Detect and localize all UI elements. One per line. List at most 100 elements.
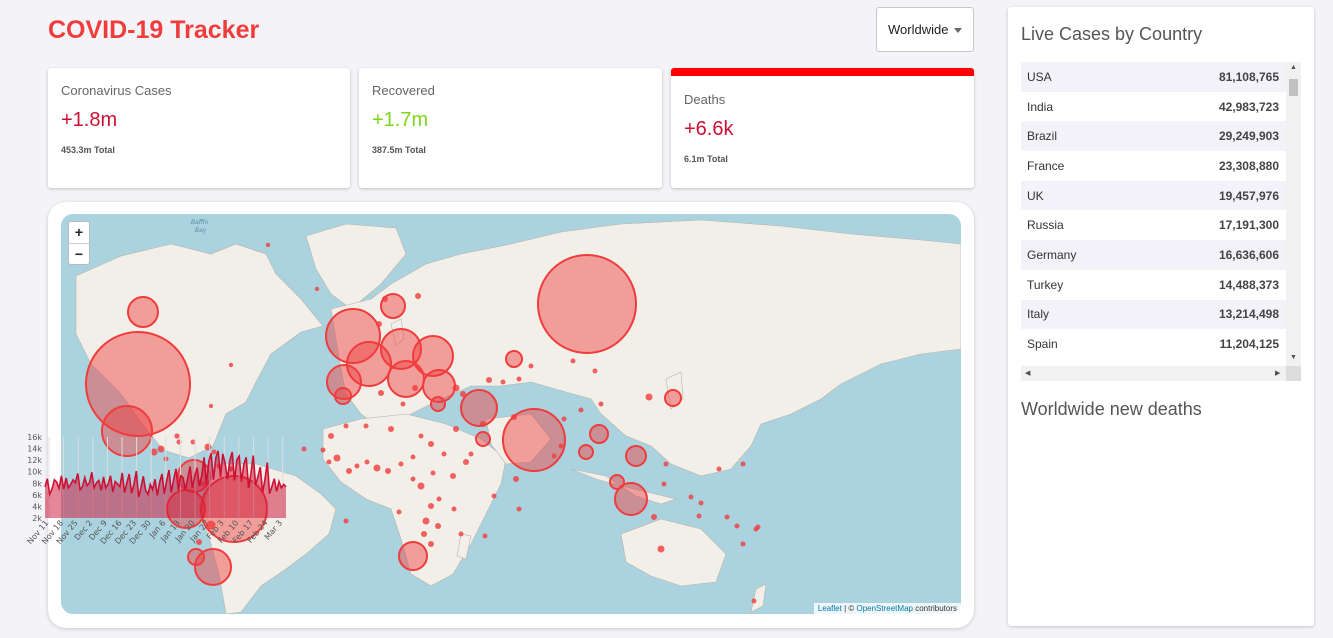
country-circle-portugal[interactable] bbox=[334, 387, 352, 405]
country-dot[interactable] bbox=[385, 468, 391, 474]
country-dot[interactable] bbox=[435, 523, 441, 529]
country-circle-vietnam[interactable] bbox=[589, 424, 609, 444]
country-dot[interactable] bbox=[513, 476, 519, 482]
world-map[interactable]: Baffin Bay + − Leaflet | © OpenStreetMap… bbox=[61, 214, 961, 614]
country-dot[interactable] bbox=[400, 401, 406, 407]
country-dot[interactable] bbox=[592, 368, 598, 374]
country-dot[interactable] bbox=[415, 293, 421, 299]
country-dot[interactable] bbox=[651, 514, 657, 520]
country-dot[interactable] bbox=[516, 376, 522, 382]
horizontal-scrollbar[interactable]: ◀ ▶ bbox=[1021, 366, 1286, 381]
country-dot[interactable] bbox=[320, 447, 326, 453]
country-circle-south-africa[interactable] bbox=[398, 541, 428, 571]
country-dot[interactable] bbox=[343, 518, 349, 524]
country-circle-russia[interactable] bbox=[537, 254, 637, 354]
scroll-down-icon[interactable]: ▼ bbox=[1290, 354, 1297, 361]
country-dot[interactable] bbox=[328, 433, 334, 439]
country-dot[interactable] bbox=[482, 533, 488, 539]
country-table[interactable]: USA 81,108,765 India 42,983,723 Brazil 29,249… bbox=[1021, 62, 1301, 382]
country-dot[interactable] bbox=[450, 473, 456, 479]
country-dot[interactable] bbox=[452, 384, 460, 392]
country-dot[interactable] bbox=[516, 506, 522, 512]
country-dot[interactable] bbox=[558, 443, 564, 449]
country-dot[interactable] bbox=[421, 531, 427, 537]
country-dot[interactable] bbox=[460, 391, 466, 397]
zoom-in-button[interactable]: + bbox=[69, 222, 89, 243]
country-circle-canada[interactable] bbox=[127, 296, 159, 328]
country-dot[interactable] bbox=[346, 468, 352, 474]
country-dot[interactable] bbox=[410, 476, 416, 482]
country-dot[interactable] bbox=[378, 390, 384, 396]
country-circle-japan[interactable] bbox=[664, 389, 682, 407]
recovered-card[interactable]: Recovered +1.7m 387.5m Total bbox=[359, 68, 662, 188]
country-select[interactable]: Worldwide bbox=[876, 7, 974, 52]
country-dot[interactable] bbox=[417, 482, 425, 490]
country-dot[interactable] bbox=[326, 459, 332, 465]
country-dot[interactable] bbox=[363, 423, 369, 429]
country-dot[interactable] bbox=[468, 451, 474, 457]
osm-link[interactable]: OpenStreetMap bbox=[856, 604, 912, 613]
country-dot[interactable] bbox=[551, 453, 557, 459]
country-dot[interactable] bbox=[734, 523, 740, 529]
country-dot[interactable] bbox=[561, 416, 567, 422]
country-circle-greece[interactable] bbox=[430, 396, 446, 412]
country-dot[interactable] bbox=[453, 426, 459, 432]
country-dot[interactable] bbox=[486, 377, 492, 383]
country-dot[interactable] bbox=[208, 403, 214, 409]
zoom-out-button[interactable]: − bbox=[69, 243, 89, 264]
country-dot[interactable] bbox=[412, 385, 418, 391]
country-dot[interactable] bbox=[657, 545, 665, 553]
country-dot[interactable] bbox=[696, 513, 702, 519]
country-dot[interactable] bbox=[661, 481, 667, 487]
country-dot[interactable] bbox=[500, 379, 506, 385]
country-dot[interactable] bbox=[428, 541, 434, 547]
country-dot[interactable] bbox=[598, 401, 604, 407]
scroll-left-icon[interactable]: ◀ bbox=[1025, 369, 1030, 377]
country-circle-philippines[interactable] bbox=[625, 445, 647, 467]
vertical-scrollbar[interactable]: ▲ ▼ bbox=[1286, 62, 1301, 366]
country-dot[interactable] bbox=[333, 454, 341, 462]
country-circle-turkey[interactable] bbox=[460, 389, 498, 427]
country-dot[interactable] bbox=[410, 454, 416, 460]
country-dot[interactable] bbox=[228, 362, 234, 368]
cases-card[interactable]: Coronavirus Cases +1.8m 453.3m Total bbox=[48, 68, 350, 188]
country-dot[interactable] bbox=[463, 459, 469, 465]
country-dot[interactable] bbox=[354, 463, 360, 469]
country-dot[interactable] bbox=[436, 496, 442, 502]
country-dot[interactable] bbox=[724, 514, 730, 520]
country-dot[interactable] bbox=[480, 421, 486, 427]
country-dot[interactable] bbox=[716, 466, 722, 472]
country-dot[interactable] bbox=[364, 459, 370, 465]
country-dot[interactable] bbox=[376, 321, 382, 327]
scrollbar-thumb[interactable] bbox=[1289, 79, 1298, 96]
country-dot[interactable] bbox=[511, 414, 517, 420]
country-dot[interactable] bbox=[418, 433, 424, 439]
country-dot[interactable] bbox=[398, 461, 404, 467]
country-dot[interactable] bbox=[578, 407, 584, 413]
country-dot[interactable] bbox=[428, 441, 434, 447]
deaths-card[interactable]: Deaths +6.6k 6.1m Total bbox=[671, 68, 974, 188]
country-dot[interactable] bbox=[422, 517, 430, 525]
scroll-right-icon[interactable]: ▶ bbox=[1275, 369, 1280, 377]
country-dot[interactable] bbox=[740, 541, 746, 547]
country-dot[interactable] bbox=[388, 426, 394, 432]
country-dot[interactable] bbox=[491, 493, 497, 499]
country-dot[interactable] bbox=[428, 503, 434, 509]
country-circle-thailand[interactable] bbox=[578, 444, 594, 460]
country-circle-chile[interactable] bbox=[187, 548, 205, 566]
country-dot[interactable] bbox=[314, 286, 320, 292]
country-dot[interactable] bbox=[451, 506, 457, 512]
country-dot[interactable] bbox=[528, 363, 534, 369]
country-circle-iran[interactable] bbox=[505, 350, 523, 368]
country-circle-malaysia[interactable] bbox=[609, 474, 625, 490]
country-dot[interactable] bbox=[373, 464, 381, 472]
country-dot[interactable] bbox=[645, 393, 653, 401]
country-dot[interactable] bbox=[755, 524, 761, 530]
country-dot[interactable] bbox=[570, 358, 576, 364]
country-dot[interactable] bbox=[688, 494, 694, 500]
leaflet-link[interactable]: Leaflet bbox=[818, 604, 842, 613]
country-dot[interactable] bbox=[382, 296, 388, 302]
country-circle-poland[interactable] bbox=[412, 335, 454, 377]
country-dot[interactable] bbox=[740, 461, 746, 467]
country-dot[interactable] bbox=[663, 461, 669, 467]
